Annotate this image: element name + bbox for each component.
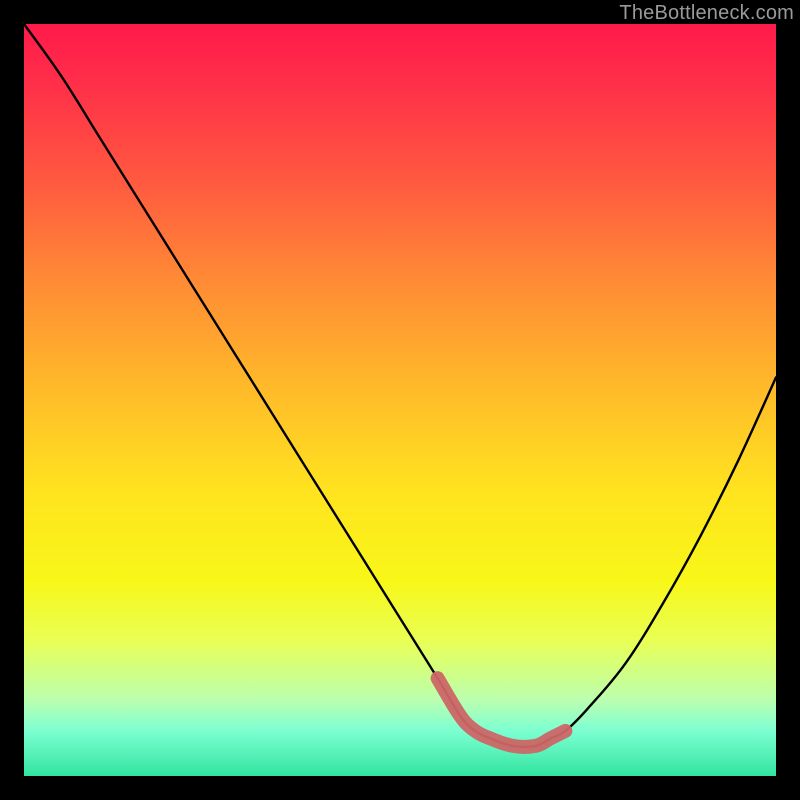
watermark-text: TheBottleneck.com	[619, 2, 794, 25]
chart-stage: TheBottleneck.com	[0, 0, 800, 800]
highlight-segment	[438, 678, 566, 747]
bottleneck-curve	[24, 24, 776, 747]
curve-svg	[24, 24, 776, 776]
plot-area	[24, 24, 776, 776]
